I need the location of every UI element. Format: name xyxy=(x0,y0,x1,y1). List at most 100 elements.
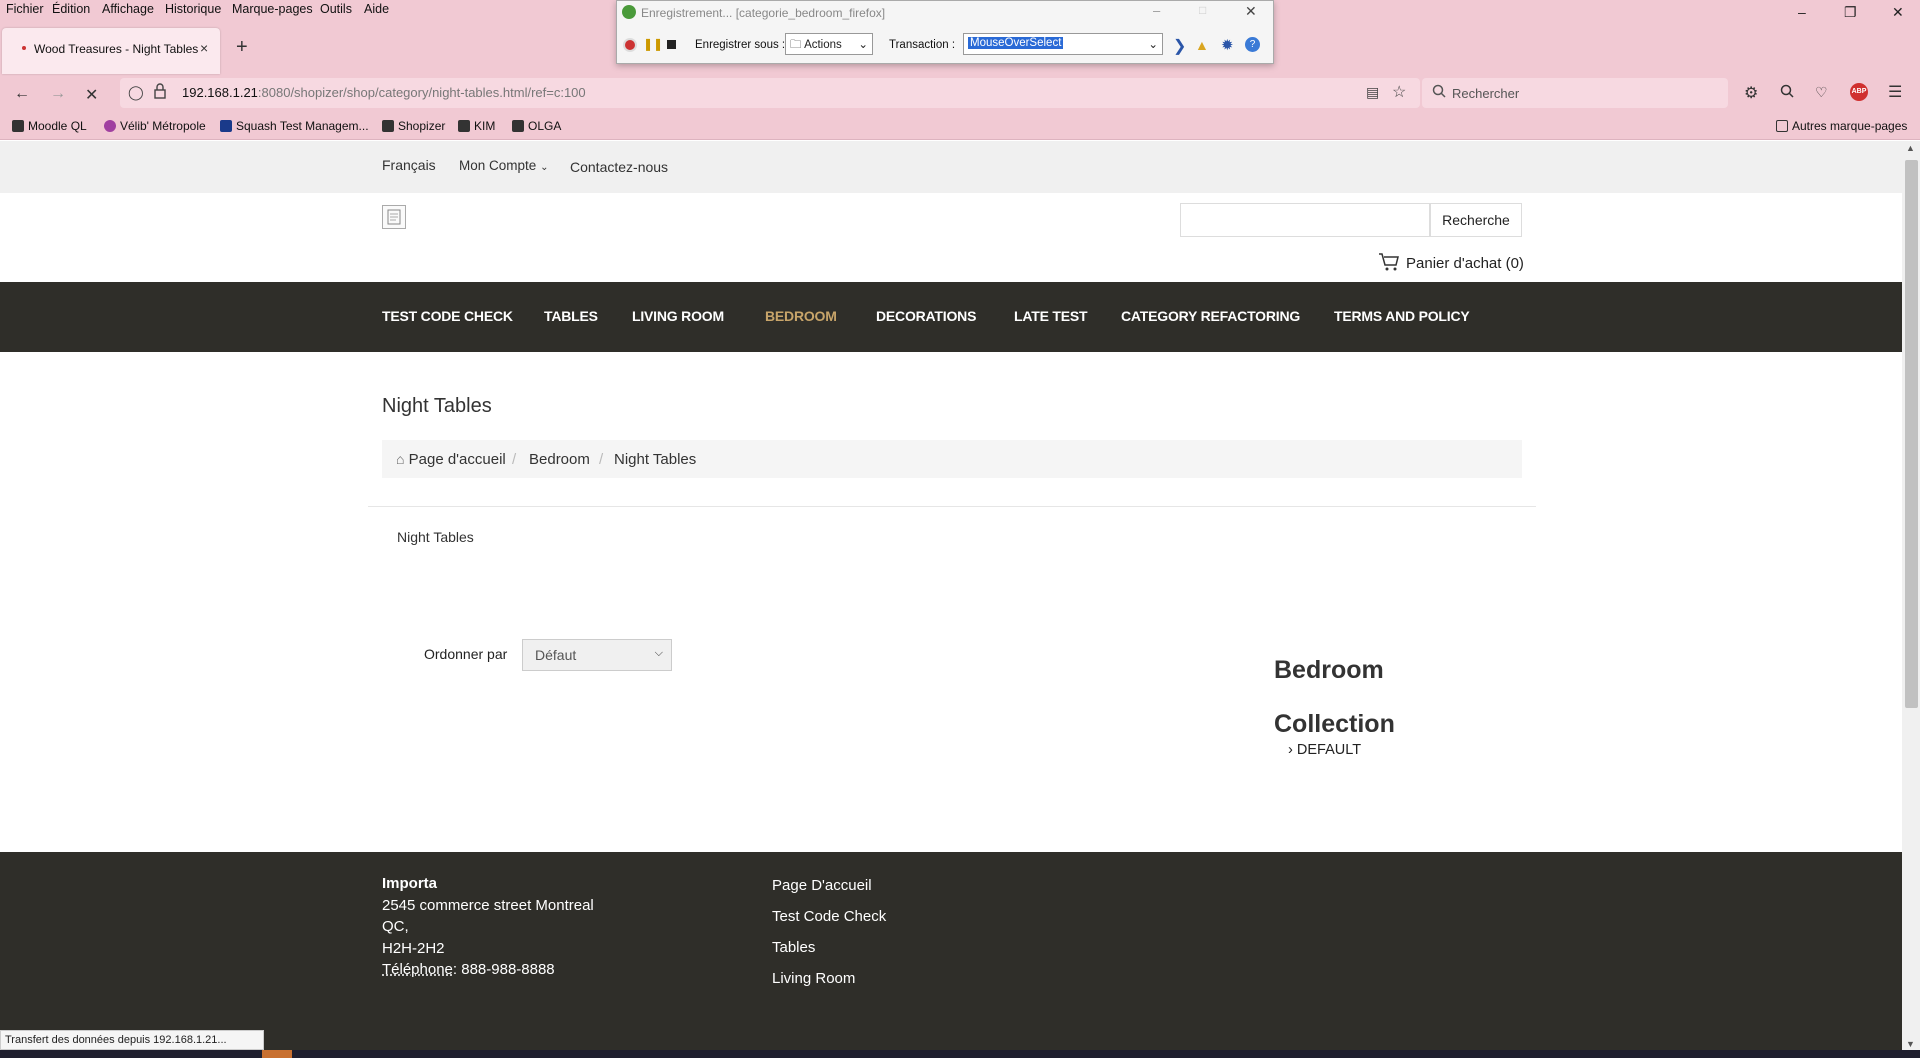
bookmark-moodle[interactable]: Moodle QL xyxy=(12,119,87,133)
scroll-up-icon[interactable]: ▲ xyxy=(1906,143,1915,153)
zoom-search-icon[interactable] xyxy=(1780,84,1794,98)
language-link[interactable]: Français xyxy=(382,157,436,173)
menu-fichier[interactable]: Fichier xyxy=(6,2,44,16)
site-search-button[interactable]: Recherche xyxy=(1430,203,1522,237)
scrollbar-thumb[interactable] xyxy=(1905,160,1918,708)
breadcrumb-bedroom[interactable]: Bedroom xyxy=(529,451,590,468)
nav-bedroom[interactable]: BEDROOM xyxy=(765,308,837,324)
menu-edition[interactable]: Édition xyxy=(52,2,90,16)
nav-tables[interactable]: TABLES xyxy=(544,308,598,324)
new-tab-icon[interactable]: + xyxy=(236,36,248,59)
menu-historique[interactable]: Historique xyxy=(165,2,221,16)
bookmark-other-folder[interactable]: Autres marque-pages xyxy=(1776,119,1907,133)
taskbar-active-app[interactable] xyxy=(262,1050,292,1058)
sidebar-item-default[interactable]: › DEFAULT xyxy=(1288,742,1361,758)
recorder-app-icon xyxy=(622,5,636,19)
bookmark-olga[interactable]: OLGA xyxy=(512,119,561,133)
chevron-down-icon: ⌄ xyxy=(858,39,868,51)
open-folder-icon[interactable]: ▲ xyxy=(1195,37,1209,53)
folder-icon: 🗀 xyxy=(790,39,802,51)
browser-tab[interactable]: Wood Treasures - Night Tables × xyxy=(2,28,220,74)
breadcrumb-separator: / xyxy=(599,451,604,468)
nav-living-room[interactable]: LIVING ROOM xyxy=(632,308,724,324)
status-bar: Transfert des données depuis 192.168.1.2… xyxy=(0,1030,264,1050)
hamburger-menu-icon[interactable]: ☰ xyxy=(1888,82,1902,102)
page-title: Night Tables xyxy=(382,395,492,417)
save-as-dropdown[interactable]: 🗀 Actions ⌄ xyxy=(785,33,873,55)
cart-link[interactable]: Panier d'achat (0) xyxy=(1378,252,1524,272)
adblock-icon[interactable]: ABP xyxy=(1850,83,1868,101)
cart-icon xyxy=(1378,252,1400,272)
contact-link[interactable]: Contactez-nous xyxy=(570,159,668,175)
folder-icon xyxy=(1776,120,1788,132)
footer-link-tables[interactable]: Tables xyxy=(772,939,815,956)
nav-test-code-check[interactable]: TEST CODE CHECK xyxy=(382,308,513,324)
squash-icon xyxy=(220,120,232,132)
bookmark-velib[interactable]: Vélib' Métropole xyxy=(104,119,206,133)
recorder-minimize-icon[interactable]: – xyxy=(1153,3,1160,18)
breadcrumb-home[interactable]: ⌂ Page d'accueil xyxy=(396,451,506,468)
bookmark-star-icon[interactable]: ☆ xyxy=(1392,82,1406,102)
store-logo[interactable] xyxy=(382,205,406,229)
menu-marque-pages[interactable]: Marque-pages xyxy=(232,2,313,16)
record-icon[interactable] xyxy=(623,38,637,52)
nav-category-refactoring[interactable]: CATEGORY REFACTORING xyxy=(1121,308,1300,324)
browser-search-bar[interactable]: Rechercher xyxy=(1422,78,1728,108)
bookmark-squash[interactable]: Squash Test Managem... xyxy=(220,119,369,133)
footer-link-living-room[interactable]: Living Room xyxy=(772,970,855,987)
bookmark-shopizer[interactable]: Shopizer xyxy=(382,119,445,133)
close-window-icon[interactable]: ✕ xyxy=(1892,4,1904,21)
stop-icon[interactable]: ✕ xyxy=(85,85,98,105)
kim-icon xyxy=(458,120,470,132)
main-category-nav: TEST CODE CHECK TABLES LIVING ROOM BEDRO… xyxy=(0,282,1902,352)
content-divider xyxy=(368,506,1536,507)
recorder-close-icon[interactable]: ✕ xyxy=(1245,3,1257,20)
footer-link-test-code-check[interactable]: Test Code Check xyxy=(772,908,886,925)
restore-icon[interactable]: ❐ xyxy=(1844,4,1857,21)
order-by-select[interactable]: Défaut ⌵ xyxy=(522,639,672,671)
order-by-label: Ordonner par xyxy=(424,646,508,662)
footer-address-line2: QC, xyxy=(382,918,409,935)
stop-record-icon[interactable] xyxy=(667,40,676,49)
footer-link-home[interactable]: Page D'accueil xyxy=(772,877,872,894)
recorder-caption: Enregistrement... [categorie_bedroom_fir… xyxy=(641,6,886,20)
bookmarks-bar: Moodle QL Vélib' Métropole Squash Test M… xyxy=(0,112,1920,140)
moodle-icon xyxy=(12,120,24,132)
tab-close-icon[interactable]: × xyxy=(200,40,208,56)
minimize-icon[interactable]: – xyxy=(1798,4,1806,20)
site-search-input[interactable] xyxy=(1180,203,1430,237)
top-utility-bar: Français Mon Compte ⌄ Contactez-nous xyxy=(0,141,1902,193)
save-as-value: Actions xyxy=(804,39,842,51)
url-bar[interactable]: ◯ 192.168.1.21:8080/shopizer/shop/catego… xyxy=(120,78,1420,108)
chevron-down-icon: ⌵ xyxy=(654,647,663,659)
bookmark-kim[interactable]: KIM xyxy=(458,119,495,133)
pause-icon[interactable]: ❚❚ xyxy=(643,37,663,51)
menu-affichage[interactable]: Affichage xyxy=(102,2,154,16)
chevron-right-icon: › xyxy=(1288,742,1293,758)
help-icon[interactable]: ? xyxy=(1245,37,1260,52)
gear-icon[interactable]: ⚙ xyxy=(1744,83,1758,103)
transaction-value: MouseOverSelect xyxy=(968,37,1064,49)
transaction-combobox[interactable]: MouseOverSelect ⌄ xyxy=(963,33,1163,55)
account-menu[interactable]: Mon Compte ⌄ xyxy=(459,158,548,173)
lock-icon[interactable] xyxy=(154,83,166,99)
shield-icon[interactable]: ◯ xyxy=(128,84,144,101)
recorder-maximize-icon[interactable]: □ xyxy=(1199,3,1206,17)
go-arrow-icon[interactable]: ❯ xyxy=(1173,36,1186,56)
olga-icon xyxy=(512,120,524,132)
back-icon[interactable]: ← xyxy=(14,85,30,103)
scroll-down-icon[interactable]: ▼ xyxy=(1906,1039,1915,1049)
pocket-icon[interactable]: ♡ xyxy=(1815,84,1828,101)
footer-postal: H2H-2H2 xyxy=(382,940,445,957)
capture-icon[interactable]: ✹ xyxy=(1221,36,1234,54)
reader-view-icon[interactable]: ▤ xyxy=(1366,84,1379,101)
nav-late-test[interactable]: LATE TEST xyxy=(1014,308,1088,324)
menu-aide[interactable]: Aide xyxy=(364,2,389,16)
nav-terms-and-policy[interactable]: TERMS AND POLICY xyxy=(1334,308,1470,324)
transaction-label: Transaction : xyxy=(889,39,956,51)
forward-icon[interactable]: → xyxy=(50,85,66,103)
sidebar-collection-title: Bedroom Collection xyxy=(1274,656,1395,738)
menu-outils[interactable]: Outils xyxy=(320,2,352,16)
nav-decorations[interactable]: DECORATIONS xyxy=(876,308,976,324)
velib-icon xyxy=(104,120,116,132)
